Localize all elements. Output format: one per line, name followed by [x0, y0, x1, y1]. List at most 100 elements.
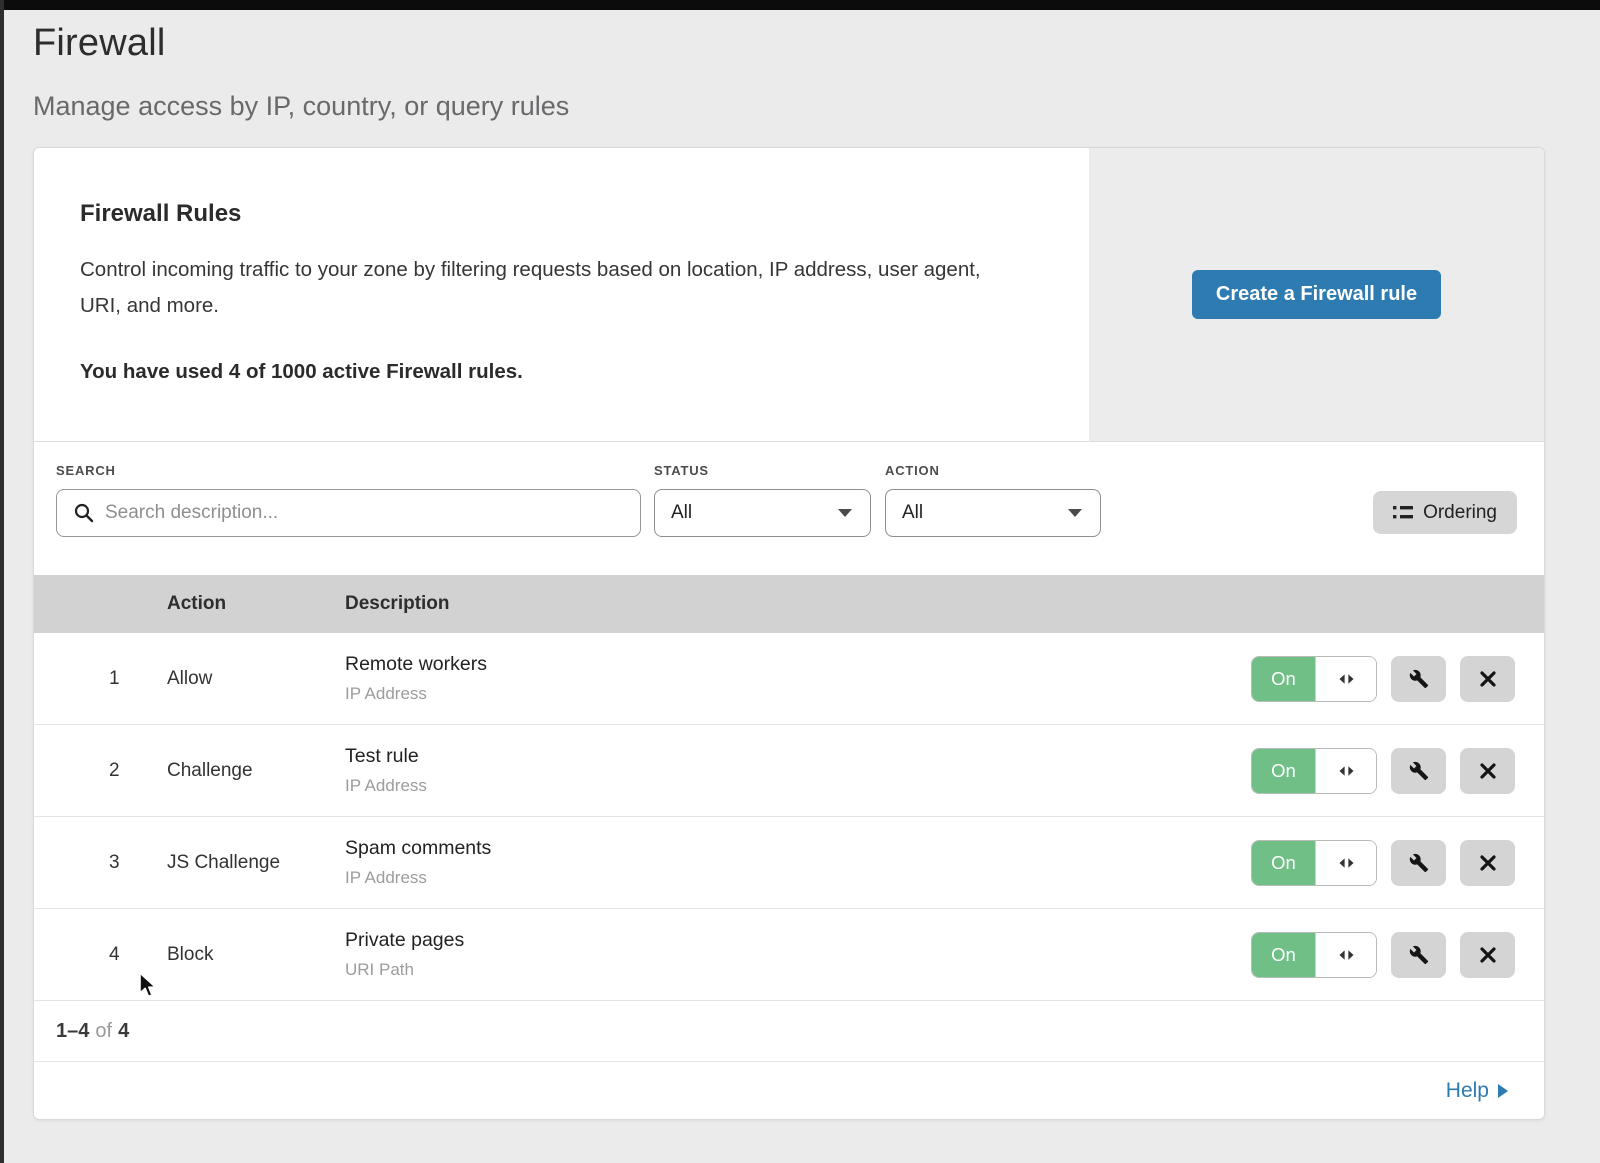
action-filter: ACTION All [885, 463, 1101, 537]
pagination-total: 4 [118, 1020, 129, 1043]
rule-action: Allow [167, 668, 345, 690]
rules-heading: Firewall Rules [80, 200, 1029, 228]
rule-match-type: IP Address [345, 776, 1251, 796]
action-select[interactable]: All [885, 489, 1101, 537]
ordering-button[interactable]: Ordering [1373, 491, 1517, 534]
rules-usage-count: You have used 4 of 1000 active Firewall … [80, 360, 1029, 384]
window-top-border [0, 0, 1600, 10]
mouse-cursor-icon [136, 972, 160, 1000]
rule-controls: On [1251, 656, 1515, 702]
status-selected-value: All [671, 502, 692, 524]
chevron-down-icon [838, 509, 852, 517]
action-label: ACTION [885, 463, 1101, 478]
toggle-arrows-icon [1315, 749, 1376, 793]
rule-description: Spam comments [345, 837, 1251, 860]
wrench-icon [1409, 669, 1429, 689]
status-label: STATUS [654, 463, 871, 478]
rule-priority: 3 [109, 852, 167, 874]
rule-priority: 4 [109, 944, 167, 966]
status-select[interactable]: All [654, 489, 871, 537]
rule-action: JS Challenge [167, 852, 345, 874]
toggle-on-label: On [1252, 657, 1315, 701]
rule-enabled-toggle[interactable]: On [1251, 656, 1377, 702]
help-row: Help [34, 1061, 1544, 1119]
table-row: 1 Allow Remote workers IP Address On [34, 633, 1544, 725]
toggle-arrows-icon [1315, 657, 1376, 701]
rule-description: Remote workers [345, 653, 1251, 676]
search-label: SEARCH [56, 463, 641, 478]
close-icon [1479, 854, 1497, 872]
rule-description-cell: Private pages URI Path [345, 929, 1251, 980]
close-icon [1479, 946, 1497, 964]
table-row: 2 Challenge Test rule IP Address On [34, 725, 1544, 817]
rule-description: Test rule [345, 745, 1251, 768]
rule-controls: On [1251, 840, 1515, 886]
toggle-on-label: On [1252, 749, 1315, 793]
table-header: Action Description [34, 575, 1544, 633]
rule-action: Block [167, 944, 345, 966]
page-subtitle: Manage access by IP, country, or query r… [33, 91, 1600, 122]
wrench-icon [1409, 761, 1429, 781]
table-row: 3 JS Challenge Spam comments IP Address … [34, 817, 1544, 909]
search-box[interactable] [56, 489, 641, 537]
rule-description-cell: Remote workers IP Address [345, 653, 1251, 704]
rule-controls: On [1251, 748, 1515, 794]
rule-description-cell: Spam comments IP Address [345, 837, 1251, 888]
pagination-range: 1–4 [56, 1020, 89, 1043]
rules-description: Control incoming traffic to your zone by… [80, 252, 1025, 324]
delete-rule-button[interactable] [1460, 840, 1515, 886]
column-header-description: Description [345, 593, 1544, 615]
rule-description-cell: Test rule IP Address [345, 745, 1251, 796]
table-row: 4 Block Private pages URI Path On [34, 909, 1544, 1001]
help-link[interactable]: Help [1446, 1079, 1508, 1103]
rule-priority: 1 [109, 668, 167, 690]
help-link-label: Help [1446, 1079, 1489, 1103]
action-selected-value: All [902, 502, 923, 524]
edit-rule-button[interactable] [1391, 748, 1446, 794]
delete-rule-button[interactable] [1460, 748, 1515, 794]
rules-info: Firewall Rules Control incoming traffic … [34, 148, 1089, 441]
wrench-icon [1409, 945, 1429, 965]
chevron-down-icon [1068, 509, 1082, 517]
toggle-on-label: On [1252, 841, 1315, 885]
rule-action: Challenge [167, 760, 345, 782]
column-header-action: Action [167, 593, 345, 615]
edit-rule-button[interactable] [1391, 840, 1446, 886]
page-title: Firewall [33, 22, 1600, 65]
rule-enabled-toggle[interactable]: On [1251, 840, 1377, 886]
pagination-of: of [95, 1020, 112, 1043]
search-filter: SEARCH [56, 463, 641, 537]
search-input[interactable] [105, 502, 625, 524]
rule-match-type: IP Address [345, 868, 1251, 888]
search-icon [73, 502, 95, 524]
edit-rule-button[interactable] [1391, 932, 1446, 978]
pagination: 1–4 of 4 [34, 1001, 1544, 1061]
edit-rule-button[interactable] [1391, 656, 1446, 702]
rule-enabled-toggle[interactable]: On [1251, 748, 1377, 794]
delete-rule-button[interactable] [1460, 656, 1515, 702]
arrow-right-icon [1498, 1084, 1508, 1098]
ordering-button-label: Ordering [1423, 502, 1497, 524]
close-icon [1479, 670, 1497, 688]
firewall-rules-card: Firewall Rules Control incoming traffic … [33, 147, 1545, 1120]
create-rule-panel: Create a Firewall rule [1089, 148, 1544, 441]
rule-match-type: URI Path [345, 960, 1251, 980]
filters-bar: SEARCH STATUS All ACTION All [34, 442, 1544, 575]
wrench-icon [1409, 853, 1429, 873]
create-firewall-rule-button[interactable]: Create a Firewall rule [1192, 270, 1441, 319]
rule-description: Private pages [345, 929, 1251, 952]
delete-rule-button[interactable] [1460, 932, 1515, 978]
ordered-list-icon [1393, 505, 1413, 521]
rule-enabled-toggle[interactable]: On [1251, 932, 1377, 978]
rule-controls: On [1251, 932, 1515, 978]
close-icon [1479, 762, 1497, 780]
toggle-arrows-icon [1315, 933, 1376, 977]
window-left-border [0, 0, 4, 1163]
page-header: Firewall Manage access by IP, country, o… [0, 0, 1600, 122]
rule-priority: 2 [109, 760, 167, 782]
status-filter: STATUS All [654, 463, 871, 537]
rules-overview-section: Firewall Rules Control incoming traffic … [34, 148, 1544, 442]
toggle-on-label: On [1252, 933, 1315, 977]
toggle-arrows-icon [1315, 841, 1376, 885]
rule-match-type: IP Address [345, 684, 1251, 704]
